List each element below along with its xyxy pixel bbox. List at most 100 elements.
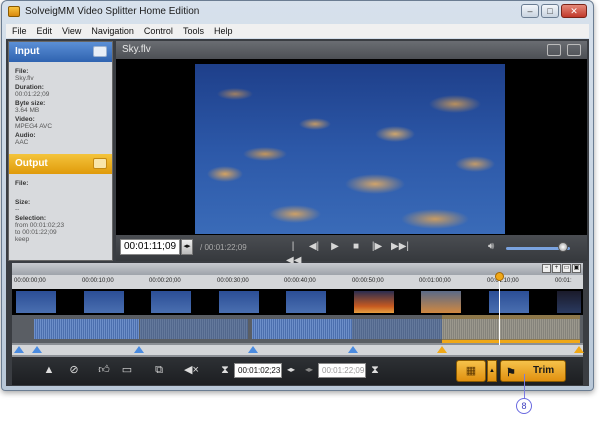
time-spinner[interactable]: ◂▸ xyxy=(181,239,193,255)
step-forward-icon[interactable]: |▶ xyxy=(370,240,384,254)
thumbnail-strip[interactable] xyxy=(12,289,583,315)
play-icon[interactable]: ▶ xyxy=(328,240,342,254)
player-controls: 00:01:11;09 ◂▸ / 00:01:22;09 |◀◀ ◀| ▶ ■ … xyxy=(116,235,587,266)
minimize-button[interactable]: – xyxy=(521,4,539,18)
video-frame-sky xyxy=(195,64,505,234)
selection-start-marker[interactable] xyxy=(437,346,447,353)
input-audio-value: AAC xyxy=(15,139,29,146)
selection-start-time[interactable]: 00:01:02;23 xyxy=(234,363,282,378)
input-header[interactable]: Input xyxy=(9,42,112,62)
zoom-fit-icon[interactable]: ▭ xyxy=(562,264,571,273)
ruler-tick: 00:00:10;00 xyxy=(82,278,114,284)
go-start-icon[interactable]: |◀◀ xyxy=(286,240,301,266)
speaker-icon[interactable]: 🔊︎ xyxy=(488,241,494,252)
thumbnail xyxy=(557,291,581,313)
remove-marker-icon[interactable]: ⊘ xyxy=(67,363,81,377)
step-back-icon[interactable]: ◀| xyxy=(307,240,321,254)
output-title: Output xyxy=(15,158,48,169)
thumb-up-icon[interactable]: 👍︎ xyxy=(97,363,111,377)
film-strip-button[interactable]: ▦ xyxy=(456,360,486,382)
output-header[interactable]: Output xyxy=(9,154,112,174)
edit-toolbar: ▲ ⊘ 👍︎ ▭ ⧉ ◀× ⧗ 00:01:02;23 ◂▸ ◂▸ 00:01:… xyxy=(12,357,583,385)
app-icon xyxy=(8,6,20,17)
selection-end-marker[interactable] xyxy=(574,346,584,353)
save-disk-icon[interactable] xyxy=(93,158,107,169)
input-duration-value: 00:01:22;09 xyxy=(15,91,50,98)
marker-track[interactable] xyxy=(12,345,584,355)
comment-icon[interactable]: ▭ xyxy=(120,363,134,377)
input-file-value: Sky.flv xyxy=(15,75,34,82)
menu-bar: File Edit View Navigation Control Tools … xyxy=(6,24,589,38)
title-bar: SolveigMM Video Splitter Home Edition – … xyxy=(2,1,593,23)
output-file-value xyxy=(15,187,112,197)
ruler-tick: 00:00:50;00 xyxy=(352,278,384,284)
flag-icon: ⚑ xyxy=(506,367,516,379)
go-end-icon[interactable]: ▶▶| xyxy=(391,240,409,254)
waveform-segment xyxy=(34,319,139,339)
input-bytesize-value: 3.64 MB xyxy=(15,107,40,114)
zoom-out-icon[interactable]: − xyxy=(542,264,551,273)
menu-control[interactable]: Control xyxy=(144,24,173,38)
mute-icon[interactable]: ◀× xyxy=(184,363,199,377)
ruler-tick: 00:01: xyxy=(555,278,572,284)
snapshot-camera-icon[interactable] xyxy=(547,44,561,56)
app-window: SolveigMM Video Splitter Home Edition – … xyxy=(1,0,594,391)
output-selection-to: to 00:01:22;09 xyxy=(15,229,57,236)
thumbnail xyxy=(421,291,461,313)
ruler-tick: 00:00:30;00 xyxy=(217,278,249,284)
output-size-label: Size: xyxy=(15,199,31,206)
zoom-in-icon[interactable]: + xyxy=(552,264,561,273)
menu-navigation[interactable]: Navigation xyxy=(91,24,134,38)
window-title: SolveigMM Video Splitter Home Edition xyxy=(25,6,200,17)
menu-view[interactable]: View xyxy=(62,24,81,38)
close-button[interactable]: ✕ xyxy=(561,4,587,18)
marker[interactable] xyxy=(134,346,144,353)
output-properties: File: Size: -- Selection: from 00:01:02;… xyxy=(9,174,112,245)
current-time-field[interactable]: 00:01:11;09 xyxy=(120,239,180,255)
callout-line xyxy=(524,374,525,399)
input-duration-label: Duration: xyxy=(15,84,44,91)
marker[interactable] xyxy=(248,346,258,353)
output-selection-from: from 00:01:02;23 xyxy=(15,222,65,229)
trim-button[interactable]: ⚑ Trim xyxy=(500,360,566,382)
marker[interactable] xyxy=(32,346,42,353)
start-spinner[interactable]: ◂▸ xyxy=(284,363,298,377)
menu-help[interactable]: Help xyxy=(214,24,233,38)
selection-end-time[interactable]: 00:01:22;09 xyxy=(318,363,366,378)
callout-badge: 8 xyxy=(516,398,532,414)
thumbnail xyxy=(84,291,124,313)
info-panel: Input File: Sky.flv Duration: 00:01:22;0… xyxy=(8,41,113,261)
output-selection-mode: keep xyxy=(15,236,30,243)
menu-file[interactable]: File xyxy=(12,24,27,38)
volume-slider-knob[interactable] xyxy=(558,242,568,252)
video-filename: Sky.flv xyxy=(122,44,151,55)
open-folder-icon[interactable] xyxy=(93,46,107,57)
video-preview[interactable] xyxy=(116,59,587,235)
stop-icon[interactable]: ■ xyxy=(349,240,363,254)
thumbnail xyxy=(286,291,326,313)
invert-selection-icon[interactable]: ⧉ xyxy=(152,363,166,377)
zoom-all-icon[interactable]: ▣ xyxy=(572,264,581,273)
total-duration: / 00:01:22;09 xyxy=(200,243,247,252)
input-video-value: MPEG4 AVC xyxy=(15,123,53,130)
selection-range[interactable] xyxy=(442,315,580,343)
playhead-handle[interactable] xyxy=(495,272,504,281)
input-file-label: File: xyxy=(15,68,29,75)
marker[interactable] xyxy=(348,346,358,353)
menu-tools[interactable]: Tools xyxy=(183,24,204,38)
ruler-tick: 00:01:00;00 xyxy=(419,278,451,284)
marker-up-icon[interactable]: ▲ xyxy=(42,363,56,377)
trash-icon[interactable] xyxy=(567,44,581,56)
ruler-tick: 00:00:00;00 xyxy=(14,278,46,284)
ruler-tick: 00:00:20;00 xyxy=(149,278,181,284)
start-hourglass-icon[interactable]: ⧗ xyxy=(218,363,232,377)
film-dropdown-button[interactable]: ▲ xyxy=(487,360,497,382)
maximize-button[interactable]: □ xyxy=(541,4,559,18)
end-spinner[interactable]: ◂▸ xyxy=(302,363,316,377)
thumbnail xyxy=(151,291,191,313)
waveform-segment xyxy=(352,319,442,339)
end-hourglass-icon[interactable]: ⧗ xyxy=(368,363,382,377)
marker[interactable] xyxy=(14,346,24,353)
playhead[interactable] xyxy=(499,275,500,345)
menu-edit[interactable]: Edit xyxy=(37,24,53,38)
